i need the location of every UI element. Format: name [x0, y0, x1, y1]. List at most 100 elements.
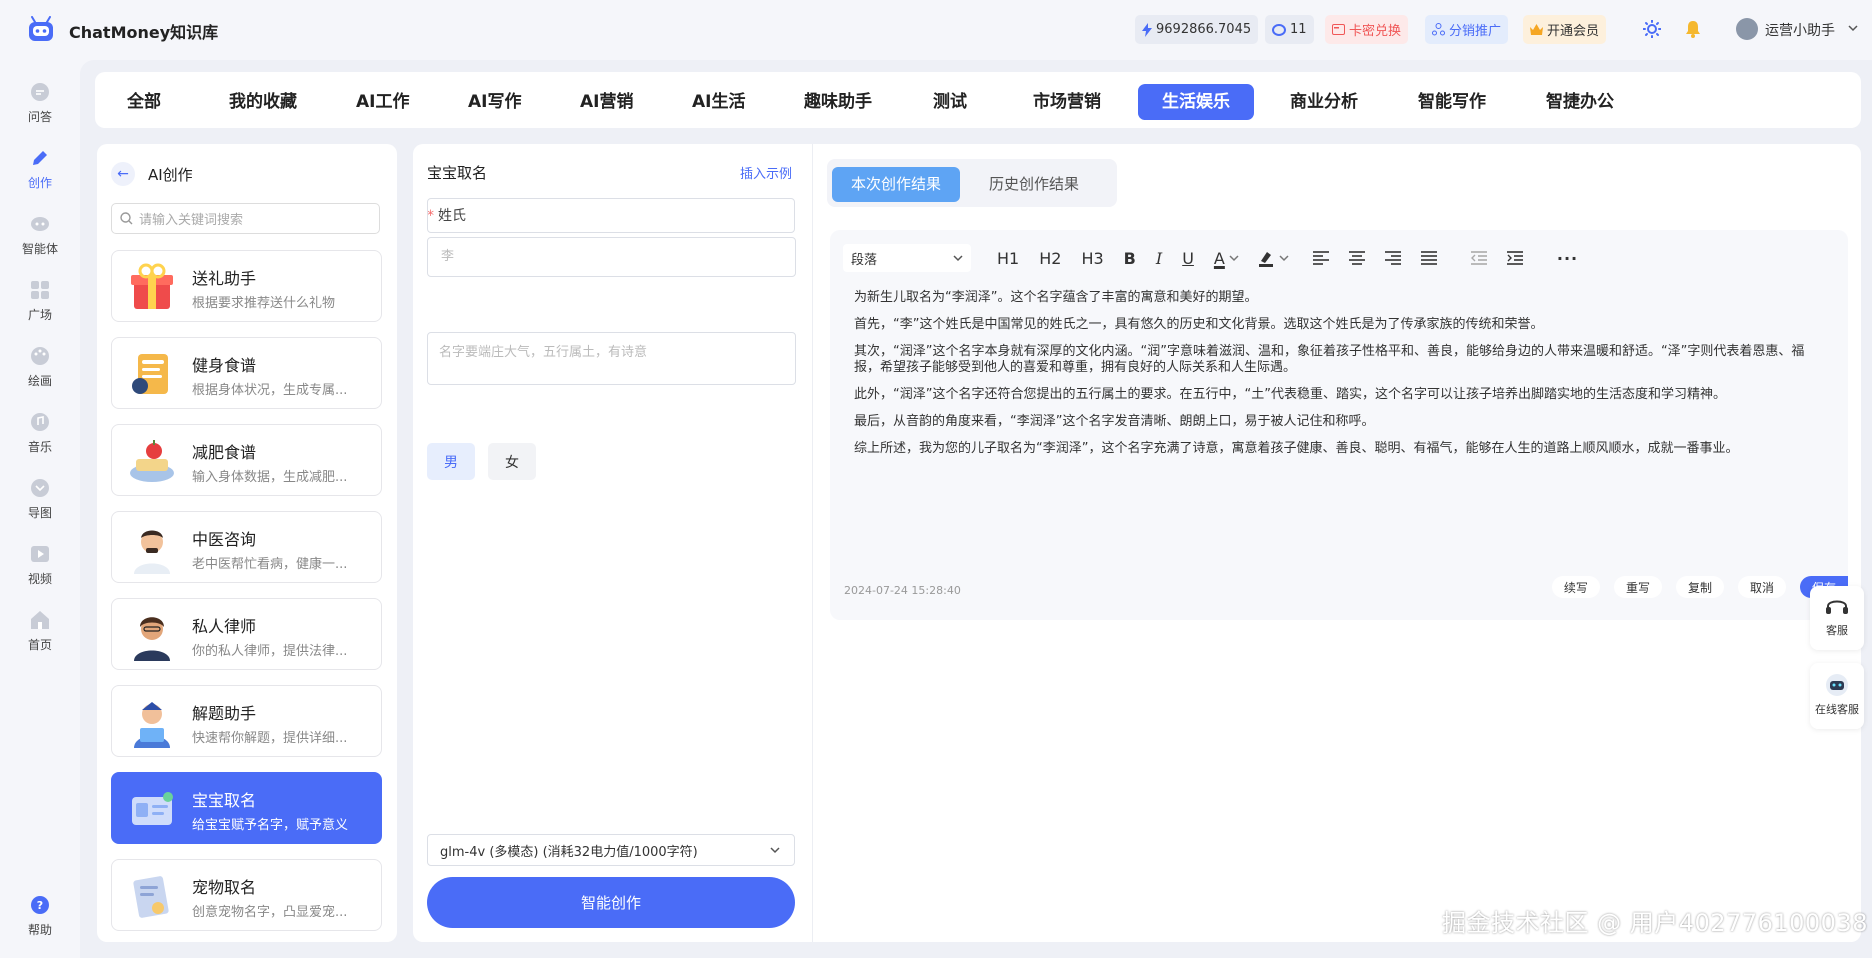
tab-ai-writing[interactable]: AI写作 — [444, 84, 545, 120]
requirement-textarea[interactable]: 名字要端庄大气，五行属土，有诗意 — [427, 332, 796, 385]
indent-icon[interactable] — [1506, 251, 1523, 265]
heading2-button[interactable]: H2 — [1039, 249, 1061, 268]
search-input[interactable]: 请输入关键词搜索 — [111, 203, 380, 234]
username[interactable]: 运营小助手 — [1765, 20, 1835, 40]
template-card-fitness-recipe[interactable]: 健身食谱 根据身体状况，生成专属... — [111, 337, 382, 409]
search-icon — [120, 212, 133, 225]
online-service-label: 在线客服 — [1815, 703, 1859, 716]
nav-item-qa[interactable]: 问答 — [0, 77, 80, 133]
palette-icon — [29, 345, 51, 367]
online-service-button[interactable]: 在线客服 — [1810, 663, 1864, 729]
redeem-button[interactable]: 卡密兑换 — [1325, 15, 1409, 44]
tab-current-result[interactable]: 本次创作结果 — [832, 167, 961, 202]
tab-all[interactable]: 全部 — [103, 84, 185, 120]
nav-label: 创作 — [27, 176, 52, 190]
tab-ai-life[interactable]: AI生活 — [668, 84, 769, 120]
tab-fun-assistant[interactable]: 趣味助手 — [780, 84, 896, 120]
avatar[interactable] — [1736, 18, 1758, 40]
card-desc: 输入身体数据，生成减肥... — [192, 470, 348, 485]
template-card-lawyer[interactable]: 私人律师 你的私人律师，提供法律... — [111, 598, 382, 670]
nav-item-music[interactable]: 音乐 — [0, 407, 80, 463]
tab-test[interactable]: 测试 — [909, 84, 991, 120]
tab-smart-writing[interactable]: 智能写作 — [1394, 84, 1510, 120]
nav-item-mindmap[interactable]: 导图 — [0, 473, 80, 529]
nav-item-home[interactable]: 首页 — [0, 605, 80, 661]
more-icon[interactable]: ··· — [1557, 249, 1578, 268]
theme-sun-icon[interactable] — [1643, 20, 1661, 38]
align-justify-icon[interactable] — [1420, 251, 1437, 265]
result-tabs: 本次创作结果 历史创作结果 — [827, 159, 1117, 207]
tab-history-result[interactable]: 历史创作结果 — [970, 167, 1098, 202]
nav-item-help[interactable]: ? 帮助 — [0, 890, 80, 946]
back-arrow-icon[interactable]: ← — [111, 162, 135, 186]
tab-life-entertainment[interactable]: 生活娱乐 — [1138, 84, 1254, 120]
help-icon: ? — [29, 894, 51, 916]
balance-badge[interactable]: 9692866.7045 — [1135, 15, 1259, 44]
customer-service-button[interactable]: 客服 — [1810, 586, 1864, 650]
chevron-down-icon[interactable] — [1229, 254, 1239, 262]
cancel-button[interactable]: 取消 — [1737, 576, 1786, 598]
bold-icon[interactable]: B — [1124, 249, 1136, 268]
model-select[interactable]: glm-4v (多模态) (消耗32电力值/1000字符) — [427, 834, 795, 866]
chat-icon — [29, 81, 51, 103]
insert-example-link[interactable]: 插入示例 — [740, 163, 792, 182]
tab-ai-work[interactable]: AI工作 — [332, 84, 433, 120]
vip-button[interactable]: 开通会员 — [1523, 15, 1607, 44]
card-desc: 根据身体状况，生成专属... — [192, 383, 348, 398]
chevron-down-icon[interactable] — [1279, 254, 1289, 262]
generate-button[interactable]: 智能创作 — [427, 877, 795, 928]
tab-market-marketing[interactable]: 市场营销 — [1009, 84, 1125, 120]
distribution-button[interactable]: 分销推广 — [1425, 15, 1509, 44]
doctor-icon — [134, 530, 170, 574]
count-badge[interactable]: 11 — [1265, 15, 1314, 44]
outdent-icon[interactable] — [1470, 251, 1487, 265]
nav-item-square[interactable]: 广场 — [0, 275, 80, 331]
petdoc-icon — [133, 876, 169, 918]
font-color-icon[interactable]: A — [1214, 249, 1225, 268]
template-card-solver[interactable]: 解题助手 快速帮你解题，提供详细... — [111, 685, 382, 757]
robot-icon — [29, 213, 51, 235]
tab-favorites[interactable]: 我的收藏 — [205, 84, 321, 120]
result-actions: 续写 重写 复制 取消 保存 — [1551, 576, 1848, 598]
tab-business-analysis[interactable]: 商业分析 — [1266, 84, 1382, 120]
align-center-icon[interactable] — [1348, 251, 1365, 265]
result-panel: 本次创作结果 历史创作结果 段落 H1 H2 H3 B I U A ··· 为新… — [813, 144, 1861, 942]
heading3-button[interactable]: H3 — [1081, 249, 1103, 268]
italic-icon[interactable]: I — [1156, 249, 1162, 268]
template-card-tcm-consult[interactable]: 中医咨询 老中医帮忙看病，健康一... — [111, 511, 382, 583]
logo-icon[interactable] — [26, 16, 56, 44]
template-card-baby-name[interactable]: 宝宝取名 给宝宝赋予名字，赋予意义 — [111, 772, 382, 844]
service-label: 客服 — [1826, 624, 1848, 637]
template-card-gift[interactable]: 送礼助手 根据要求推荐送什么礼物 — [111, 250, 382, 322]
editor-content[interactable]: 为新生儿取名为“李润泽”。这个名字蕴含了丰富的寓意和美好的期望。 首先，“李”这… — [854, 290, 1824, 468]
lawyer-icon — [134, 617, 170, 661]
template-card-diet-recipe[interactable]: 减肥食谱 输入身体数据，生成减肥... — [111, 424, 382, 496]
chevron-down-icon[interactable] — [1848, 25, 1858, 32]
align-left-icon[interactable] — [1312, 251, 1329, 265]
result-paragraph: 首先，“李”这个姓氏是中国常见的姓氏之一，具有悠久的历史和文化背景。选取这个姓氏… — [854, 317, 1544, 332]
paragraph-select[interactable]: 段落 — [843, 244, 971, 272]
template-card-pet-name[interactable]: 宠物取名 创意宠物名字，凸显爱宠... — [111, 859, 382, 931]
teacher-icon — [134, 702, 170, 748]
copy-button[interactable]: 复制 — [1675, 576, 1724, 598]
tab-smart-office[interactable]: 智捷办公 — [1522, 84, 1638, 120]
result-timestamp: 2024-07-24 15:28:40 — [844, 584, 961, 597]
surname-input[interactable] — [427, 198, 795, 233]
nav-item-paint[interactable]: 绘画 — [0, 341, 80, 397]
gender-male-option[interactable]: 男 — [427, 443, 475, 480]
nav-item-create[interactable]: 创作 — [0, 143, 80, 199]
heading1-button[interactable]: H1 — [997, 249, 1019, 268]
align-right-icon[interactable] — [1384, 251, 1401, 265]
continue-button[interactable]: 续写 — [1551, 576, 1600, 598]
bell-icon[interactable] — [1685, 20, 1701, 38]
underline-icon[interactable]: U — [1182, 249, 1194, 268]
card-title: 解题助手 — [192, 704, 257, 723]
rewrite-button[interactable]: 重写 — [1613, 576, 1662, 598]
nav-item-agent[interactable]: 智能体 — [0, 209, 80, 265]
highlight-icon[interactable] — [1257, 249, 1275, 267]
gender-female-option[interactable]: 女 — [488, 443, 536, 480]
tab-ai-marketing[interactable]: AI营销 — [556, 84, 657, 120]
pen-icon — [29, 147, 51, 169]
nav-item-video[interactable]: 视频 — [0, 539, 80, 595]
surname-field[interactable]: 李 — [427, 237, 796, 277]
